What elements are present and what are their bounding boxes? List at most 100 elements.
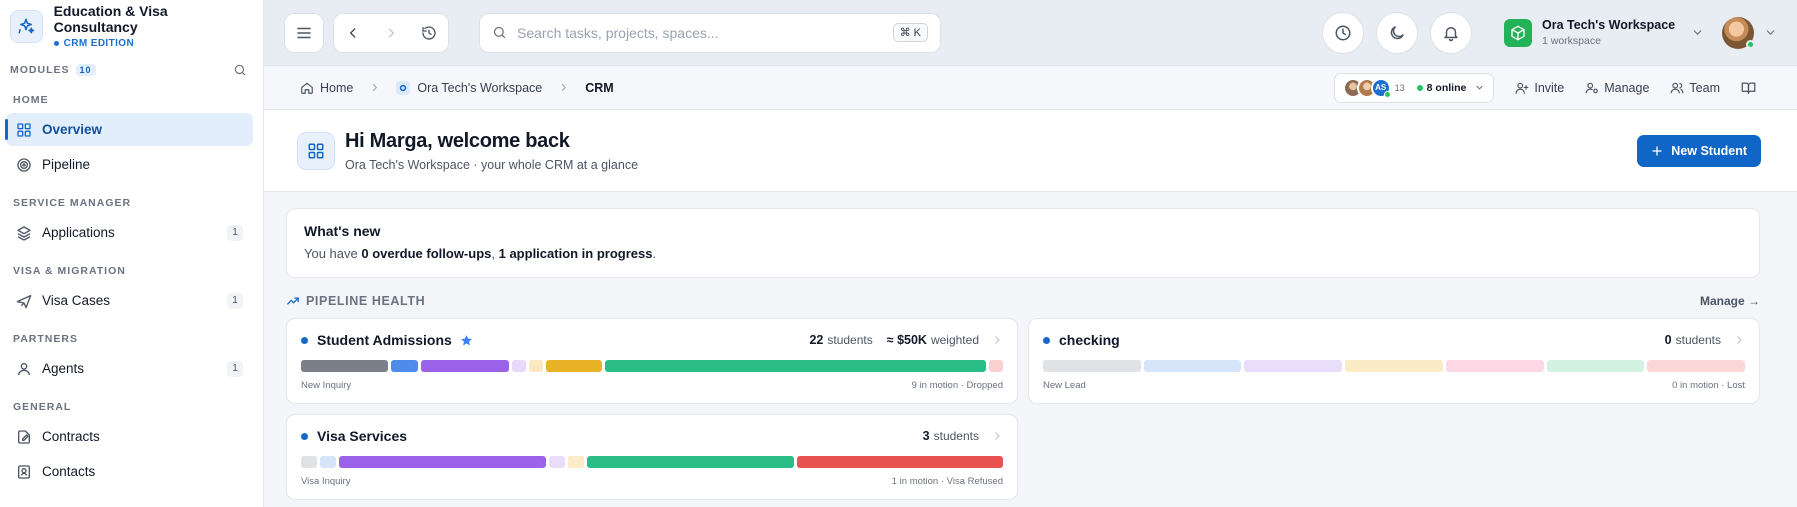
stage-segment[interactable] xyxy=(301,360,389,372)
sidebar-item-contracts[interactable]: Contracts xyxy=(6,420,253,453)
chevron-down-icon xyxy=(1691,26,1704,39)
stage-segment[interactable] xyxy=(587,456,794,468)
pipeline-manage-link[interactable]: Manage → xyxy=(1700,294,1760,308)
search-bar[interactable]: ⌘ K xyxy=(479,12,941,53)
pipeline-health-title: PIPELINE HEALTH xyxy=(306,294,426,308)
sidebar-item-label: Applications xyxy=(42,225,115,240)
notifications-button[interactable] xyxy=(1430,11,1472,54)
dashboard-icon xyxy=(297,131,335,170)
presence-count: 13 xyxy=(1394,82,1405,93)
stage-segment[interactable] xyxy=(546,360,602,372)
avatar: AS xyxy=(1370,77,1391,98)
home-icon xyxy=(300,81,314,95)
history-button[interactable] xyxy=(410,14,448,52)
new-student-button[interactable]: New Student xyxy=(1637,134,1761,167)
count-badge: 1 xyxy=(227,360,243,377)
user-cog-icon xyxy=(1585,81,1604,95)
app-shell: Education & Visa Consultancy CRM EDITION… xyxy=(0,0,1797,507)
stage-segment[interactable] xyxy=(988,360,1003,372)
search-icon[interactable] xyxy=(233,63,247,77)
star-icon[interactable] xyxy=(460,334,473,347)
stage-segment[interactable] xyxy=(1445,360,1544,372)
stage-segment[interactable] xyxy=(1546,360,1645,372)
stage-segment[interactable] xyxy=(567,456,585,468)
stage-segment[interactable] xyxy=(1043,360,1141,372)
pipeline-card-student-admissions[interactable]: Student Admissions 22 students ≈ $50K we… xyxy=(286,318,1018,404)
breadcrumb-home[interactable]: Home xyxy=(300,81,353,95)
sidebar-item-visa-cases[interactable]: Visa Cases 1 xyxy=(6,284,253,317)
student-count: 22 xyxy=(809,333,824,347)
section-label-home: HOME xyxy=(13,94,49,106)
pipeline-card-checking[interactable]: checking 0 students New Lead 0 in motion… xyxy=(1028,318,1760,404)
users-icon xyxy=(1670,81,1689,95)
invite-button[interactable]: Invite xyxy=(1515,81,1564,95)
sidebar-item-overview[interactable]: Overview xyxy=(5,113,253,146)
stage-segment[interactable] xyxy=(1143,360,1242,372)
pipeline-dot xyxy=(301,336,308,344)
stage-bar xyxy=(1043,360,1746,372)
pipeline-stats: 3 students xyxy=(922,429,979,443)
menu-button[interactable] xyxy=(284,12,324,53)
forward-button[interactable] xyxy=(372,14,410,52)
page-header: Hi Marga, welcome back Ora Tech's Worksp… xyxy=(264,110,1797,192)
history-icon xyxy=(421,25,437,41)
stage-bar xyxy=(301,360,1003,372)
pipeline-stats: 0 students xyxy=(1664,333,1721,347)
chevron-down-icon[interactable] xyxy=(1764,26,1777,39)
first-stage-label: New Lead xyxy=(1043,380,1086,391)
chevron-right-icon xyxy=(991,430,1003,442)
applications-in-progress[interactable]: 1 application in progress xyxy=(499,246,653,261)
sidebar-item-applications[interactable]: Applications 1 xyxy=(6,216,253,249)
stage-segment[interactable] xyxy=(528,360,544,372)
user-plus-icon xyxy=(1515,81,1534,95)
chevron-right-icon xyxy=(1733,334,1745,346)
presence-widget[interactable]: AS 13 8 online xyxy=(1333,72,1495,103)
stage-segment[interactable] xyxy=(511,360,526,372)
section-label-service-manager: SERVICE MANAGER xyxy=(13,197,132,209)
stage-segment[interactable] xyxy=(1647,360,1746,372)
stage-segment[interactable] xyxy=(548,456,565,468)
sidebar-item-pipeline[interactable]: Pipeline xyxy=(6,148,253,181)
stage-segment[interactable] xyxy=(1244,360,1343,372)
overdue-followups[interactable]: 0 overdue follow-ups xyxy=(361,246,491,261)
section-label-partners: PARTNERS xyxy=(13,333,78,345)
stage-segment[interactable] xyxy=(320,456,337,468)
back-button[interactable] xyxy=(334,14,372,52)
history-nav xyxy=(333,12,449,53)
timer-button[interactable] xyxy=(1322,11,1364,54)
chevron-right-icon xyxy=(991,334,1003,346)
sidebar-item-label: Overview xyxy=(42,122,103,137)
stage-segment[interactable] xyxy=(301,456,318,468)
docs-button[interactable] xyxy=(1741,80,1761,95)
stage-segment[interactable] xyxy=(1345,360,1443,372)
workspace-switcher[interactable]: Ora Tech's Workspace 1 workspace xyxy=(1504,18,1704,47)
topbar-right: Ora Tech's Workspace 1 workspace xyxy=(1310,11,1777,54)
sidebar-item-contacts[interactable]: Contacts xyxy=(6,455,253,488)
stage-bar xyxy=(301,456,1003,468)
stage-segment[interactable] xyxy=(391,360,419,372)
manage-button[interactable]: Manage xyxy=(1585,81,1649,95)
motion-summary: 1 in motion · Visa Refused xyxy=(891,476,1003,487)
theme-toggle-button[interactable] xyxy=(1376,11,1418,54)
search-input[interactable] xyxy=(517,24,893,41)
pipeline-card-visa-services[interactable]: Visa Services 3 students Visa Inquiry 1 … xyxy=(286,414,1018,500)
stage-segment[interactable] xyxy=(421,360,509,372)
sidebar-item-label: Contracts xyxy=(42,429,100,444)
breadcrumb-current: CRM xyxy=(585,80,614,95)
stage-segment[interactable] xyxy=(796,456,1003,468)
clock-icon xyxy=(1334,24,1352,42)
stage-segment[interactable] xyxy=(604,360,986,372)
weighted-value: ≈ $50K xyxy=(886,333,927,347)
brand[interactable]: Education & Visa Consultancy CRM EDITION xyxy=(0,0,263,52)
brand-edition: CRM EDITION xyxy=(53,38,253,49)
grid-icon xyxy=(16,122,32,138)
workspace-name: Ora Tech's Workspace xyxy=(1542,18,1676,32)
student-count: 0 xyxy=(1664,333,1672,347)
sidebar-item-agents[interactable]: Agents 1 xyxy=(6,352,253,385)
user-avatar[interactable] xyxy=(1722,16,1755,49)
first-stage-label: New Inquiry xyxy=(301,380,352,391)
breadcrumb-workspace[interactable]: Ora Tech's Workspace xyxy=(396,80,542,95)
team-button[interactable]: Team xyxy=(1670,81,1720,95)
stage-segment[interactable] xyxy=(339,456,546,468)
target-icon xyxy=(16,157,32,173)
